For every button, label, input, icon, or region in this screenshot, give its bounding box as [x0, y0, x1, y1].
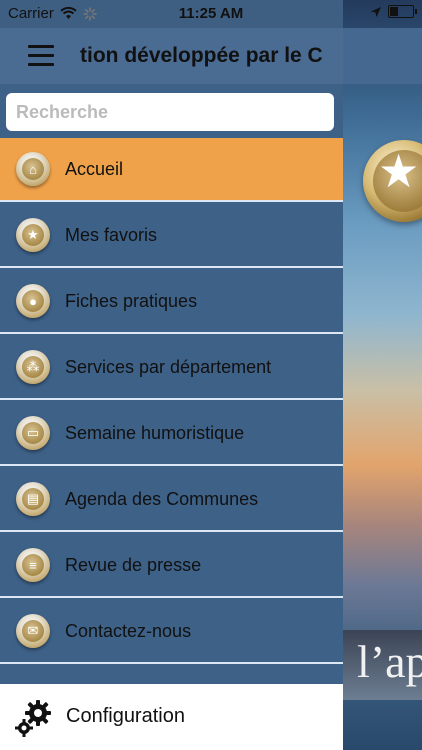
menu-item-label: Agenda des Communes — [65, 488, 259, 509]
envelope-icon-glyph: ✉ — [22, 620, 44, 642]
menu-item-semaine-humoristique[interactable]: ▭ Semaine humoristique — [0, 402, 343, 466]
document-icon-glyph: ≡ — [22, 554, 44, 576]
background-banner: l’ap — [343, 630, 422, 700]
menu-item-mes-favoris[interactable]: ★ Mes favoris — [0, 204, 343, 268]
background-banner-text: l’ap — [357, 636, 422, 687]
book-icon-glyph: ▤ — [22, 488, 44, 510]
menu-item-accueil[interactable]: ⌂ Accueil — [0, 138, 343, 202]
menu-item-label: Mes favoris — [65, 224, 158, 245]
battery-level — [390, 7, 398, 16]
home-icon-glyph: ⌂ — [22, 158, 44, 180]
star-icon: ★ — [378, 145, 420, 197]
configuration-button[interactable]: Configuration — [0, 684, 343, 750]
side-menu-list: ⌂ Accueil ★ Mes favoris ● Fiches pratiqu… — [0, 138, 343, 684]
menu-item-contactez-nous[interactable]: ✉ Contactez-nous — [0, 600, 343, 664]
hamburger-line — [28, 54, 54, 57]
menu-item-label: Services par département — [65, 356, 272, 377]
menu-item-label: Revue de presse — [65, 554, 202, 575]
background-app-panel[interactable]: ★ l’ap — [343, 0, 422, 750]
search-bar — [0, 84, 343, 138]
menu-item-revue-de-presse[interactable]: ≡ Revue de presse — [0, 534, 343, 598]
menu-item-partial[interactable] — [0, 666, 343, 684]
star-icon: ★ — [16, 218, 50, 252]
background-app-header — [343, 28, 422, 84]
status-bar: Carrier 11:25 AM — [0, 0, 422, 28]
hamburger-icon[interactable] — [28, 45, 54, 67]
hamburger-line — [28, 63, 54, 66]
menu-item-label: Fiches pratiques — [65, 290, 198, 311]
background-star-badge: ★ — [363, 140, 422, 222]
person-icon: ● — [16, 284, 50, 318]
status-time: 11:25 AM — [178, 5, 244, 22]
person-icon-glyph: ● — [22, 290, 44, 312]
menu-item-services-par-departement[interactable]: ⁂ Services par département — [0, 336, 343, 400]
book-icon: ▤ — [16, 482, 50, 516]
menu-item-label: Semaine humoristique — [65, 422, 245, 443]
document-icon: ≡ — [16, 548, 50, 582]
menu-header: tion développée par le C — [0, 28, 343, 84]
id-card-icon: ▭ — [16, 416, 50, 450]
battery-icon — [388, 5, 417, 18]
search-input[interactable] — [6, 93, 334, 131]
location-arrow-icon — [371, 6, 381, 17]
star-icon-glyph: ★ — [22, 224, 44, 246]
id-card-icon-glyph: ▭ — [22, 422, 44, 444]
menu-item-agenda-des-communes[interactable]: ▤ Agenda des Communes — [0, 468, 343, 532]
menu-item-label: Accueil — [65, 158, 124, 179]
hamburger-line — [28, 45, 54, 48]
menu-item-label: Contactez-nous — [65, 620, 192, 641]
page-title: tion développée par le C — [80, 44, 323, 67]
battery-cap — [415, 9, 417, 14]
status-right — [370, 5, 417, 18]
menu-item-fiches-pratiques[interactable]: ● Fiches pratiques — [0, 270, 343, 334]
gear-icon — [15, 700, 51, 737]
people-icon: ⁂ — [16, 350, 50, 384]
people-icon-glyph: ⁂ — [22, 356, 44, 378]
home-icon: ⌂ — [16, 152, 50, 186]
configuration-label: Configuration — [66, 705, 185, 727]
envelope-icon: ✉ — [16, 614, 50, 648]
